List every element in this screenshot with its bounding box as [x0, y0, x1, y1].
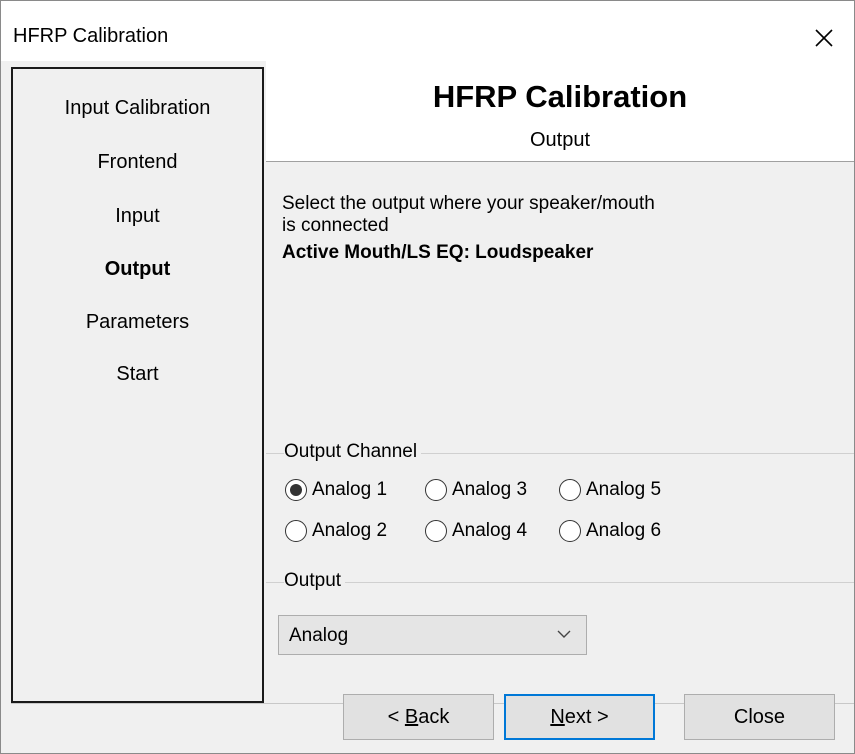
output-select[interactable]: Analog [278, 615, 587, 655]
radio-circle [559, 520, 581, 542]
title-bar: HFRP Calibration [1, 1, 854, 61]
radio-circle [425, 479, 447, 501]
step-start: Start [116, 363, 159, 385]
back-button-accel: B [404, 705, 419, 728]
radio-label: Analog 2 [312, 520, 388, 541]
next-button-accel: N [550, 705, 565, 728]
window-title: HFRP Calibration [13, 25, 169, 47]
radio-label: Analog 4 [452, 520, 528, 541]
output-channel-legend: Output Channel [284, 441, 422, 463]
back-button[interactable]: < Back [343, 694, 494, 740]
description: Select the output where your speaker/mou… [282, 193, 802, 264]
close-button-label: Close [733, 705, 786, 728]
close-icon [815, 29, 833, 47]
output-divider [266, 582, 854, 583]
output-channel-group: Output Channel [266, 441, 854, 581]
step-output: Output [104, 258, 171, 280]
radio-analog-6[interactable]: Analog 6 [559, 520, 661, 542]
radio-label: Analog 1 [312, 479, 388, 500]
radio-label: Analog 5 [586, 479, 662, 500]
description-line-1: Select the output where your speaker/mou… [282, 193, 655, 214]
step-input-calibration: Input Calibration [64, 97, 211, 119]
radio-label: Analog 3 [452, 479, 528, 500]
next-button-rest: ext > [564, 705, 609, 728]
step-frontend: Frontend [97, 151, 178, 173]
page-title: HFRP Calibration [432, 79, 688, 114]
close-window-button[interactable] [794, 15, 854, 61]
radio-circle [559, 479, 581, 501]
radio-circle [285, 520, 307, 542]
radio-selected-dot [290, 484, 302, 496]
radio-analog-4[interactable]: Analog 4 [425, 520, 527, 542]
page-subtitle: Output [529, 129, 591, 151]
radio-analog-1[interactable]: Analog 1 [285, 479, 387, 501]
radio-analog-2[interactable]: Analog 2 [285, 520, 387, 542]
calibration-window: HFRP Calibration Input Calibration Front… [0, 0, 855, 754]
page-header: HFRP Calibration Output [266, 61, 854, 162]
next-button[interactable]: Next > [504, 694, 655, 740]
description-line-2: is connected [282, 215, 389, 236]
step-input: Input [115, 205, 160, 227]
radio-analog-3[interactable]: Analog 3 [425, 479, 527, 501]
radio-circle [285, 479, 307, 501]
chevron-down-icon [557, 630, 571, 638]
output-select-value: Analog [289, 625, 349, 646]
radio-circle [425, 520, 447, 542]
step-parameters: Parameters [85, 311, 190, 333]
close-button[interactable]: Close [684, 694, 835, 740]
steps-panel: Input Calibration Frontend Input Output … [11, 67, 264, 703]
back-button-prefix: < [387, 705, 405, 728]
back-button-rest: ack [418, 705, 450, 728]
radio-analog-5[interactable]: Analog 5 [559, 479, 661, 501]
radio-label: Analog 6 [586, 520, 662, 541]
output-legend: Output [284, 570, 346, 592]
description-bold: Active Mouth/LS EQ: Loudspeaker [282, 242, 594, 263]
